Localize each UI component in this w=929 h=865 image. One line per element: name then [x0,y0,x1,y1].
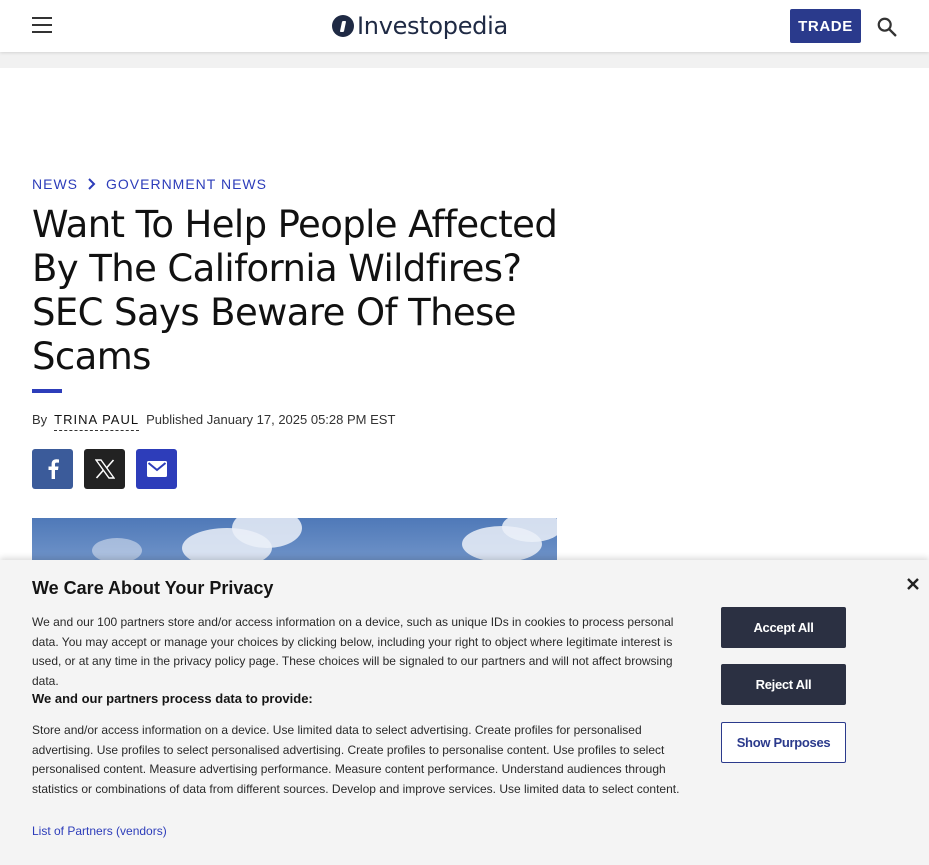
facebook-icon [48,459,59,479]
close-icon[interactable] [905,576,921,592]
privacy-subheading: We and our partners process data to prov… [32,691,313,706]
title-divider [32,389,62,393]
site-header: Investopedia TRADE [0,0,929,52]
share-facebook-button[interactable] [32,449,73,489]
article-title: Want To Help People Affected By The Cali… [32,203,558,378]
site-logo[interactable]: Investopedia [332,11,508,41]
trade-button[interactable]: TRADE [790,9,861,43]
share-email-button[interactable] [136,449,177,489]
share-x-button[interactable] [84,449,125,489]
breadcrumb-news[interactable]: NEWS [32,176,78,192]
logo-mark-icon [332,15,354,37]
author-link[interactable]: TRINA PAUL [54,412,140,431]
privacy-body-text: We and our 100 partners store and/or acc… [32,615,674,688]
byline: By TRINA PAUL Published January 17, 2025… [32,412,395,431]
privacy-heading: We Care About Your Privacy [32,578,274,598]
privacy-consent-banner: We Care About Your Privacy We and our 10… [0,560,929,865]
breadcrumb: NEWS GOVERNMENT NEWS [32,176,267,192]
by-label: By [32,412,48,427]
email-icon [146,461,167,477]
partners-list-link[interactable]: List of Partners (vendors) [32,824,167,838]
show-purposes-button[interactable]: Show Purposes [721,722,846,763]
chevron-right-icon [88,178,96,190]
x-icon [94,459,115,479]
ad-banner-area [0,52,929,68]
reject-all-button[interactable]: Reject All [721,664,846,705]
search-icon[interactable] [876,16,898,38]
privacy-purposes-text: Store and/or access information on a dev… [32,723,680,796]
share-buttons [32,449,177,489]
logo-text: Investopedia [357,12,508,40]
breadcrumb-government-news[interactable]: GOVERNMENT NEWS [106,176,267,192]
published-date: Published January 17, 2025 05:28 PM EST [146,412,396,427]
accept-all-button[interactable]: Accept All [721,607,846,648]
menu-icon[interactable] [32,16,52,34]
